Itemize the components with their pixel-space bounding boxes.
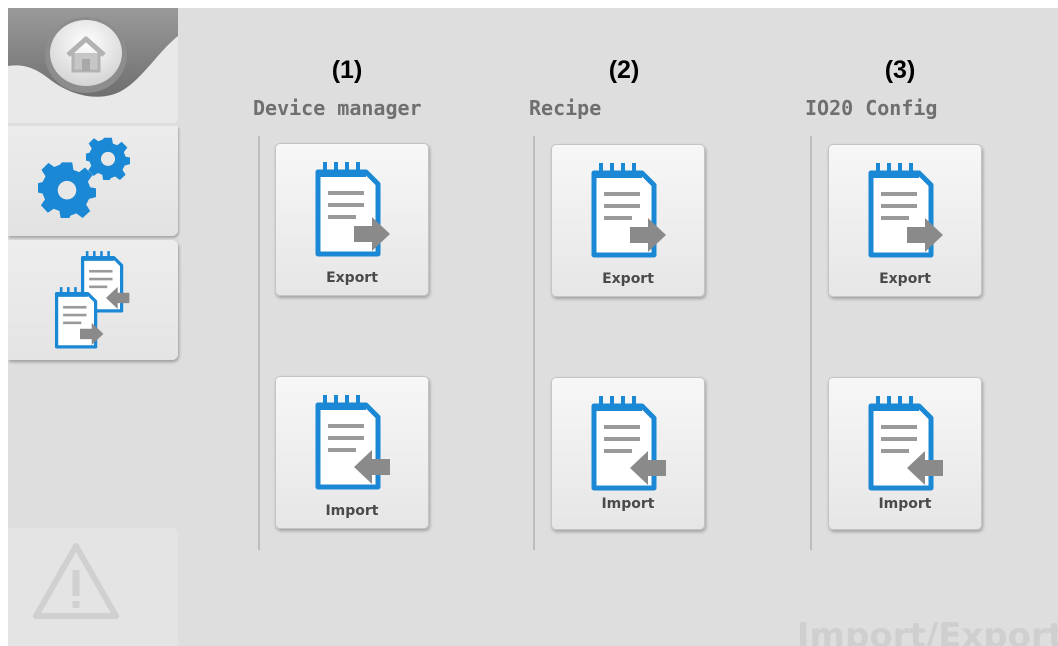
- column-divider: [533, 136, 535, 550]
- sidebar-item-home[interactable]: [8, 8, 178, 123]
- io20-config-import-button[interactable]: Import: [828, 377, 982, 530]
- sidebar-item-import-export[interactable]: [8, 240, 178, 360]
- recipe-import-button[interactable]: Import: [551, 377, 705, 530]
- io20-config-export-button[interactable]: Export: [828, 144, 982, 297]
- import-label: Import: [601, 496, 655, 512]
- column-title-io20-config: IO20 Config: [805, 96, 938, 120]
- warning-icon: [33, 543, 119, 619]
- export-document-icon: [867, 159, 947, 259]
- export-document-icon: [590, 159, 670, 259]
- recipe-export-button[interactable]: Export: [551, 144, 705, 297]
- sidebar-item-alarms[interactable]: [8, 528, 178, 646]
- device-manager-import-button[interactable]: Import: [275, 376, 429, 529]
- export-label: Export: [602, 271, 654, 287]
- import-document-icon: [590, 392, 670, 492]
- device-manager-export-button[interactable]: Export: [275, 143, 429, 296]
- import-export-icon: [54, 249, 132, 349]
- column-divider: [258, 136, 260, 550]
- column-number-2: (2): [608, 56, 640, 84]
- import-document-icon: [867, 392, 947, 492]
- export-label: Export: [326, 270, 378, 286]
- import-label: Import: [325, 503, 379, 519]
- column-title-recipe: Recipe: [529, 96, 602, 120]
- column-divider: [810, 136, 812, 550]
- column-number-1: (1): [331, 56, 363, 84]
- home-icon[interactable]: [43, 15, 129, 95]
- gears-icon: [38, 137, 130, 218]
- sidebar-item-settings[interactable]: [8, 126, 178, 236]
- export-label: Export: [879, 271, 931, 287]
- export-document-icon: [314, 158, 394, 258]
- column-number-3: (3): [884, 56, 916, 84]
- import-export-screen: (1) Device manager Export Import (2) Rec…: [8, 8, 1058, 646]
- import-document-icon: [314, 391, 394, 491]
- screen-title: Import/Export: [796, 616, 1058, 646]
- column-title-device-manager: Device manager: [253, 96, 422, 120]
- sidebar: [8, 8, 180, 646]
- import-label: Import: [878, 496, 932, 512]
